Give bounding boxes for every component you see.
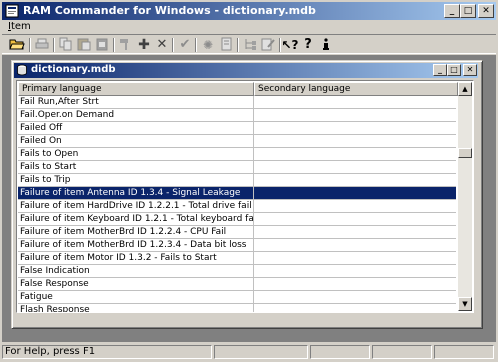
- table-row[interactable]: Failed Off: [18, 122, 456, 135]
- table-row[interactable]: Failed On: [18, 135, 456, 148]
- cell-primary-language[interactable]: False Response: [18, 278, 254, 291]
- cell-primary-language[interactable]: Failure of item HardDrive ID 1.2.2.1 - T…: [18, 200, 254, 213]
- cell-secondary-language[interactable]: [254, 226, 456, 239]
- table-row[interactable]: Fail Run,After Strt: [18, 96, 456, 109]
- cell-secondary-language[interactable]: [254, 200, 456, 213]
- cell-secondary-language[interactable]: [254, 135, 456, 148]
- table-row[interactable]: False Indication: [18, 265, 456, 278]
- main-title-bar[interactable]: RAM Commander for Windows - dictionary.m…: [2, 2, 496, 20]
- status-bar: For Help, press F1: [2, 344, 496, 360]
- cell-primary-language[interactable]: Failure of item Antenna ID 1.3.4 - Signa…: [18, 187, 254, 200]
- delete-icon[interactable]: ✕: [153, 37, 171, 53]
- tree-icon[interactable]: [241, 37, 259, 53]
- gears-icon[interactable]: ✺: [199, 37, 217, 53]
- cell-secondary-language[interactable]: [254, 278, 456, 291]
- scroll-up-button[interactable]: ▲: [458, 82, 472, 96]
- cell-secondary-language[interactable]: [254, 122, 456, 135]
- cell-primary-language[interactable]: Fatigue: [18, 291, 254, 304]
- cell-primary-language[interactable]: Fails to Trip: [18, 174, 254, 187]
- cell-primary-language[interactable]: Fail.Oper.on Demand: [18, 109, 254, 122]
- cell-primary-language[interactable]: Failed On: [18, 135, 254, 148]
- table-row[interactable]: False Response: [18, 278, 456, 291]
- database-icon[interactable]: [16, 64, 28, 76]
- table-row-selected[interactable]: Failure of item Antenna ID 1.3.4 - Signa…: [18, 187, 456, 200]
- table-row[interactable]: Flash Response: [18, 304, 456, 312]
- cell-primary-language[interactable]: Failed Off: [18, 122, 254, 135]
- cell-secondary-language[interactable]: [254, 161, 456, 174]
- table-row[interactable]: Fail.Oper.on Demand: [18, 109, 456, 122]
- context-help-icon[interactable]: ↖?: [281, 37, 299, 53]
- column-header-primary[interactable]: Primary language: [18, 82, 254, 96]
- table-row[interactable]: Failure of item HardDrive ID 1.2.2.1 - T…: [18, 200, 456, 213]
- paste-special-icon[interactable]: [93, 37, 111, 53]
- cell-secondary-language[interactable]: [254, 148, 456, 161]
- status-text: For Help, press F1: [2, 345, 212, 359]
- cell-secondary-language[interactable]: [254, 187, 456, 200]
- status-panel-2: [214, 345, 308, 359]
- cell-secondary-language[interactable]: [254, 109, 456, 122]
- paste-icon[interactable]: [75, 37, 93, 53]
- cell-primary-language[interactable]: False Indication: [18, 265, 254, 278]
- app-icon[interactable]: [5, 4, 19, 18]
- minimize-button[interactable]: _: [444, 4, 460, 18]
- table-row[interactable]: Fails to Open: [18, 148, 456, 161]
- status-panel-4: [372, 345, 432, 359]
- cell-primary-language[interactable]: Failure of item MotherBrd ID 1.2.2.4 - C…: [18, 226, 254, 239]
- open-icon[interactable]: [8, 37, 26, 53]
- menu-bar: Item: [2, 20, 496, 34]
- vertical-scrollbar[interactable]: ▲ ▼: [458, 82, 472, 311]
- cell-secondary-language[interactable]: [254, 174, 456, 187]
- maximize-button[interactable]: □: [460, 4, 476, 18]
- child-close-button[interactable]: ✕: [463, 64, 477, 76]
- table-row[interactable]: Failure of item MotherBrd ID 1.2.2.4 - C…: [18, 226, 456, 239]
- window-title: RAM Commander for Windows - dictionary.m…: [23, 4, 316, 17]
- cell-secondary-language[interactable]: [254, 213, 456, 226]
- cell-secondary-language[interactable]: [254, 304, 456, 312]
- table-row[interactable]: Failure of item Keyboard ID 1.2.1 - Tota…: [18, 213, 456, 226]
- cell-secondary-language[interactable]: [254, 96, 456, 109]
- table-row[interactable]: Fails to Start: [18, 161, 456, 174]
- child-title-bar[interactable]: dictionary.mdb _ □ ✕: [14, 63, 478, 78]
- print-icon[interactable]: [33, 37, 51, 53]
- table-row[interactable]: Failure of item MotherBrd ID 1.2.3.4 - D…: [18, 239, 456, 252]
- scroll-thumb[interactable]: [458, 148, 472, 158]
- child-window-title: dictionary.mdb: [31, 64, 116, 75]
- cell-primary-language[interactable]: Fails to Start: [18, 161, 254, 174]
- cell-primary-language[interactable]: Failure of item MotherBrd ID 1.2.3.4 - D…: [18, 239, 254, 252]
- scroll-down-button[interactable]: ▼: [458, 297, 472, 311]
- table-row[interactable]: Failure of item Motor ID 1.3.2 - Fails t…: [18, 252, 456, 265]
- table-row[interactable]: Fails to Trip: [18, 174, 456, 187]
- menu-item-item[interactable]: Item: [8, 21, 31, 32]
- cell-secondary-language[interactable]: [254, 291, 456, 304]
- child-minimize-button[interactable]: _: [433, 64, 447, 76]
- document-icon[interactable]: [217, 37, 235, 53]
- dictionary-grid[interactable]: Primary language Secondary language Fail…: [16, 80, 474, 313]
- hammer-icon[interactable]: [117, 37, 135, 53]
- cell-secondary-language[interactable]: [254, 239, 456, 252]
- column-header-secondary[interactable]: Secondary language: [254, 82, 458, 96]
- close-button[interactable]: ✕: [478, 4, 494, 18]
- copy-icon[interactable]: [57, 37, 75, 53]
- menu-item-rest: tem: [10, 21, 31, 32]
- status-panel-5: [434, 345, 494, 359]
- status-panel-3: [310, 345, 370, 359]
- child-maximize-button[interactable]: □: [447, 64, 461, 76]
- table-row[interactable]: Fatigue: [18, 291, 456, 304]
- cell-secondary-language[interactable]: [254, 252, 456, 265]
- edit-icon[interactable]: [259, 37, 277, 53]
- cell-primary-language[interactable]: Flash Response: [18, 304, 254, 312]
- cell-secondary-language[interactable]: [254, 265, 456, 278]
- help-icon[interactable]: ?: [299, 37, 317, 53]
- cell-primary-language[interactable]: Failure of item Motor ID 1.3.2 - Fails t…: [18, 252, 254, 265]
- cell-primary-language[interactable]: Fail Run,After Strt: [18, 96, 254, 109]
- check-icon[interactable]: ✔: [176, 37, 194, 53]
- cell-primary-language[interactable]: Fails to Open: [18, 148, 254, 161]
- add-icon[interactable]: ✚: [135, 37, 153, 53]
- toolbar: ✚ ✕ ✔ ✺ ↖? ?: [2, 34, 496, 54]
- cell-primary-language[interactable]: Failure of item Keyboard ID 1.2.1 - Tota…: [18, 213, 254, 226]
- info-icon[interactable]: [317, 37, 335, 53]
